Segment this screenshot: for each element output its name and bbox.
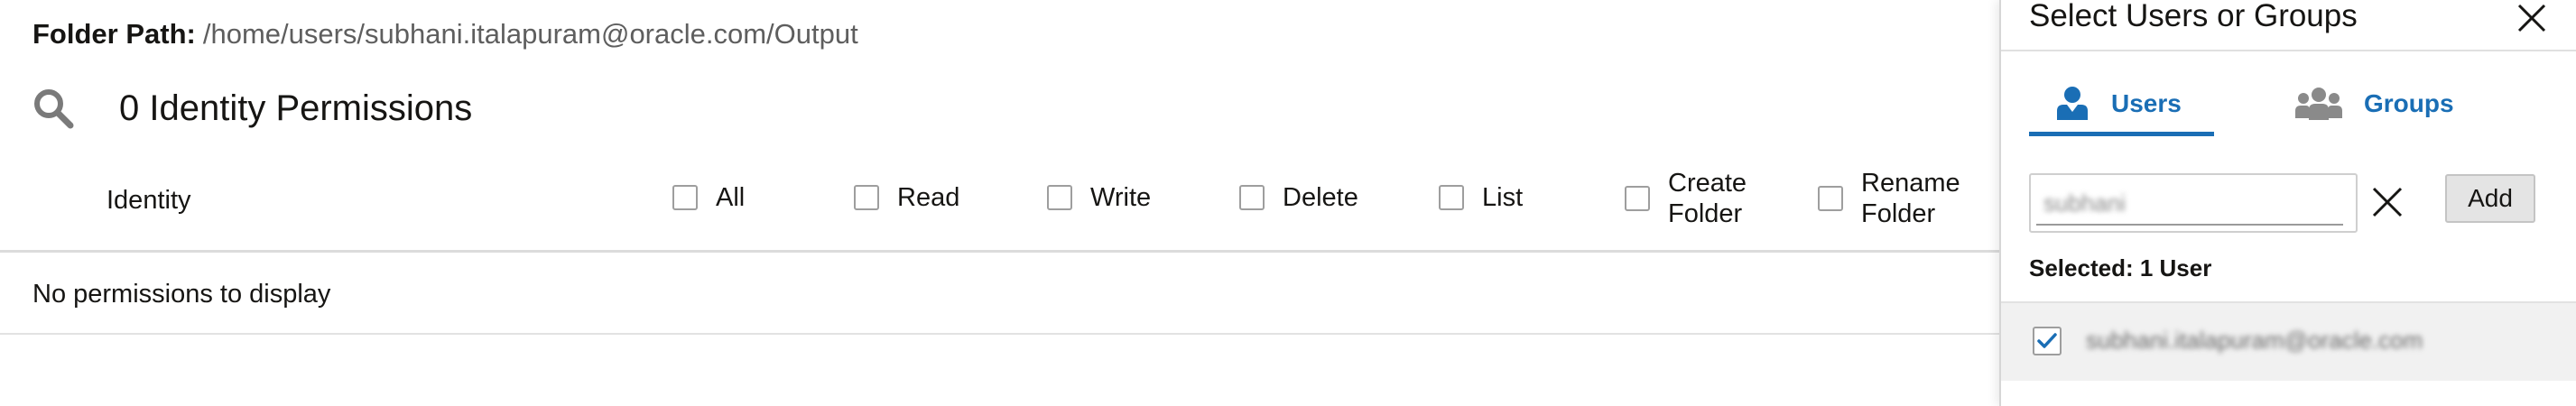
panel-title: Select Users or Groups xyxy=(2029,0,2358,33)
list-checkbox[interactable] xyxy=(1439,185,1464,210)
group-icon xyxy=(2295,88,2342,120)
user-icon xyxy=(2057,87,2088,120)
permissions-main: Folder Path:/home/users/subhani.italapur… xyxy=(0,0,1999,406)
read-checkbox[interactable] xyxy=(854,185,879,210)
user-search-input[interactable] xyxy=(2042,184,2343,222)
page: Folder Path:/home/users/subhani.italapur… xyxy=(0,0,2576,406)
permissions-title: 0 Identity Permissions xyxy=(119,88,473,128)
search-icon[interactable] xyxy=(32,88,74,129)
user-search-field[interactable] xyxy=(2029,173,2358,233)
result-email: subhani.italapuram@oracle.com xyxy=(2086,327,2423,354)
active-tab-indicator xyxy=(2029,132,2214,136)
folder-path: Folder Path:/home/users/subhani.italapur… xyxy=(32,18,858,51)
all-checkbox[interactable] xyxy=(672,185,698,210)
clear-icon[interactable] xyxy=(2369,184,2405,220)
rename-folder-checkbox[interactable] xyxy=(1818,186,1843,211)
tab-users[interactable]: Users xyxy=(2055,83,2182,125)
create-folder-checkbox[interactable] xyxy=(1625,186,1650,211)
tab-groups-label: Groups xyxy=(2364,89,2454,117)
result-checkbox[interactable] xyxy=(2033,327,2062,355)
column-rename-folder: Rename Folder xyxy=(1818,168,1997,229)
column-write: Write xyxy=(1047,182,1151,213)
add-button[interactable]: Add xyxy=(2445,174,2535,223)
identity-column-header: Identity xyxy=(107,186,191,215)
row-divider xyxy=(0,333,1999,335)
checkmark-icon xyxy=(2037,333,2057,348)
column-read-label: Read xyxy=(897,183,960,212)
select-users-panel: Select Users or Groups Users Groups subh… xyxy=(1999,0,2576,406)
delete-checkbox[interactable] xyxy=(1239,185,1265,210)
column-delete: Delete xyxy=(1239,182,1358,213)
tab-users-label: Users xyxy=(2111,89,2182,117)
write-checkbox[interactable] xyxy=(1047,185,1072,210)
column-all: All xyxy=(672,182,745,213)
column-delete-label: Delete xyxy=(1283,183,1358,212)
column-create-folder: Create Folder xyxy=(1625,168,1785,229)
column-read: Read xyxy=(854,182,959,213)
column-list-label: List xyxy=(1482,183,1524,212)
column-write-label: Write xyxy=(1090,183,1152,212)
panel-divider xyxy=(2001,50,2576,51)
tab-groups[interactable]: Groups xyxy=(2295,83,2454,125)
search-field-underline xyxy=(2036,224,2343,226)
permissions-header: 0 Identity Permissions xyxy=(32,81,472,135)
selected-count: Selected: 1 User xyxy=(2029,254,2212,281)
column-all-label: All xyxy=(716,183,746,212)
column-rename-folder-label: Rename Folder xyxy=(1861,169,1960,228)
list-item[interactable]: subhani.italapuram@oracle.com xyxy=(2001,301,2576,381)
folder-path-label: Folder Path: xyxy=(32,18,196,50)
column-create-folder-label: Create Folder xyxy=(1668,169,1747,228)
header-divider xyxy=(0,250,1999,253)
column-list: List xyxy=(1439,182,1523,213)
empty-permissions-message: No permissions to display xyxy=(32,280,331,309)
close-icon[interactable] xyxy=(2516,2,2548,34)
folder-path-value: /home/users/subhani.italapuram@oracle.co… xyxy=(202,18,858,50)
